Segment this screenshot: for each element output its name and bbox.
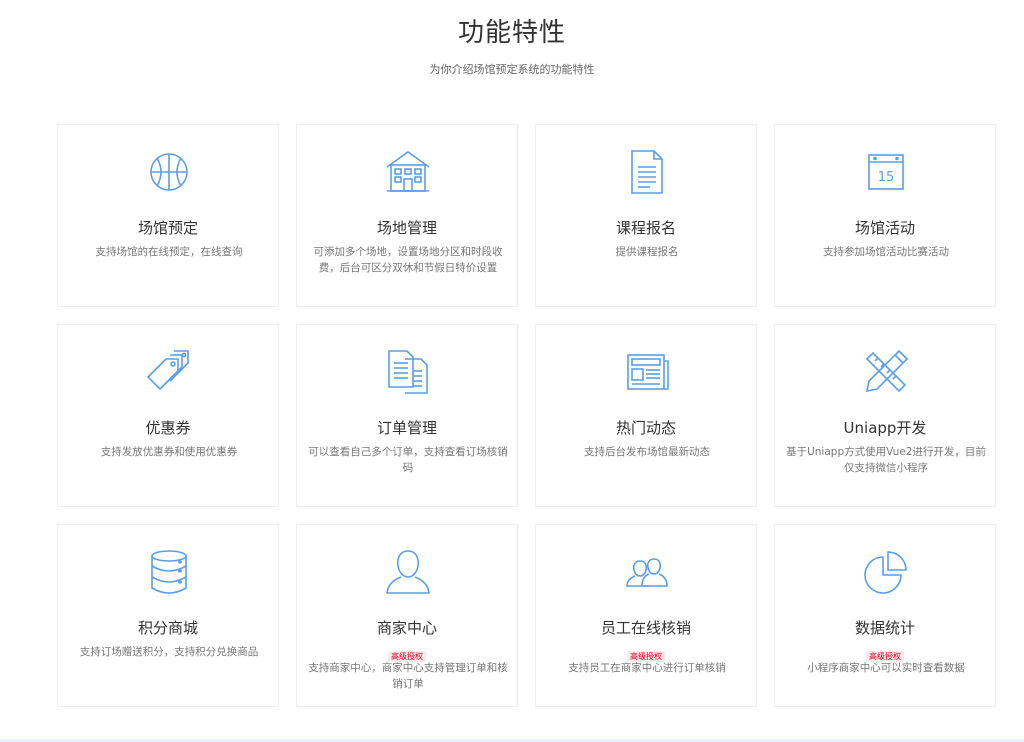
feature-card-hot-news[interactable]: 热门动态 支持后台发布场馆最新动态 — [535, 324, 757, 507]
feature-title: 热门动态 — [615, 419, 676, 437]
feature-card-uniapp[interactable]: Uniapp开发 基于Uniapp方式使用Vue2进行开发，目前仅支持微信小程序 — [774, 324, 996, 507]
section-title: 功能特性 — [457, 18, 566, 48]
basketball-icon — [144, 147, 194, 197]
feature-title: 订单管理 — [376, 419, 437, 437]
feature-desc: 支持后台发布场馆最新动态 — [584, 446, 710, 458]
pie-chart-icon — [861, 547, 911, 597]
feature-title: 员工在线核销 — [600, 619, 691, 637]
calendar-day: 15 — [878, 170, 895, 185]
building-icon — [383, 147, 433, 197]
feature-desc: 可添加多个场地，设置场地分区和时段收费，后台可区分双休和节假日特价设置 — [313, 246, 503, 274]
feature-title: 场馆活动 — [854, 219, 915, 237]
feature-desc: 支持员工在商家中心进行订单核销 — [568, 662, 726, 674]
feature-card-venue-booking[interactable]: 场馆预定 支持场馆的在线预定，在线查询 — [57, 124, 279, 307]
ruler-pencil-icon — [861, 347, 911, 397]
feature-title: 优惠券 — [145, 419, 191, 437]
feature-title: 场馆预定 — [137, 219, 198, 237]
feature-desc: 支持参加场馆活动比赛活动 — [823, 246, 949, 258]
feature-title: 数据统计 — [854, 619, 915, 637]
feature-card-coupons[interactable]: 优惠券 支持发放优惠券和使用优惠券 — [57, 324, 279, 507]
calendar-icon: 15 — [861, 147, 911, 197]
feature-card-field-management[interactable]: 场地管理 可添加多个场地，设置场地分区和时段收费，后台可区分双休和节假日特价设置 — [296, 124, 518, 307]
users-icon — [622, 547, 672, 597]
feature-card-data-statistics[interactable]: 数据统计 高级授权 小程序商家中心可以实时查看数据 — [774, 524, 996, 707]
feature-title: 课程报名 — [615, 219, 676, 237]
user-icon — [383, 547, 433, 597]
feature-desc: 基于Uniapp方式使用Vue2进行开发，目前仅支持微信小程序 — [786, 446, 986, 474]
feature-desc: 提供课程报名 — [615, 246, 679, 258]
feature-card-venue-activities[interactable]: 15 场馆活动 支持参加场馆活动比赛活动 — [774, 124, 996, 307]
feature-desc: 可以查看自己多个订单，支持查看订场核销码 — [308, 446, 508, 474]
feature-desc: 小程序商家中心可以实时查看数据 — [807, 662, 965, 674]
feature-card-staff-verification[interactable]: 员工在线核销 高级授权 支持员工在商家中心进行订单核销 — [535, 524, 757, 707]
feature-desc: 支持订场赠送积分，支持积分兑换商品 — [79, 646, 259, 658]
feature-card-points-mall[interactable]: 积分商城 支持订场赠送积分，支持积分兑换商品 — [57, 524, 279, 707]
feature-title: 积分商城 — [137, 619, 198, 637]
feature-desc: 支持场馆的在线预定，在线查询 — [95, 246, 243, 258]
section-subtitle: 为你介绍场馆预定系统的功能特性 — [429, 63, 595, 76]
database-icon — [144, 547, 194, 597]
document-icon — [622, 147, 672, 197]
feature-desc: 支持商家中心，商家中心支持管理订单和核销订单 — [308, 662, 508, 690]
tags-icon — [144, 347, 194, 397]
documents-icon — [383, 347, 433, 397]
feature-title: Uniapp开发 — [843, 419, 927, 437]
feature-title: 商家中心 — [376, 619, 437, 637]
feature-card-order-management[interactable]: 订单管理 可以查看自己多个订单，支持查看订场核销码 — [296, 324, 518, 507]
badge-container: 高级授权 — [775, 644, 995, 662]
feature-card-course-registration[interactable]: 课程报名 提供课程报名 — [535, 124, 757, 307]
newspaper-icon — [622, 347, 672, 397]
feature-card-merchant-center[interactable]: 商家中心 高级授权 支持商家中心，商家中心支持管理订单和核销订单 — [296, 524, 518, 707]
badge-container: 高级授权 — [297, 644, 517, 662]
badge-container: 高级授权 — [536, 644, 756, 662]
feature-desc: 支持发放优惠券和使用优惠券 — [100, 446, 238, 458]
feature-title: 场地管理 — [376, 219, 437, 237]
